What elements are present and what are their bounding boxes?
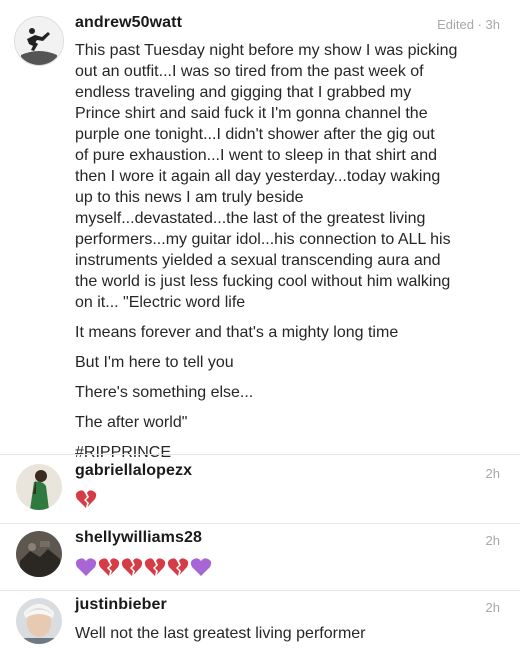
caption-line: performers...my guitar idol...his connec… xyxy=(75,231,451,248)
caption-line: then I wore it again all day yesterday..… xyxy=(75,168,441,185)
caption-line: on it... "Electric word life xyxy=(75,294,246,311)
caption-line: of pure exhaustion...I went to sleep in … xyxy=(75,147,437,164)
avatar-photo-icon xyxy=(16,598,62,644)
broken-heart-icon xyxy=(167,557,189,577)
meta-dot: · xyxy=(477,17,482,32)
caption-text: This past Tuesday night before my show I… xyxy=(75,40,507,472)
comment-time: 2h xyxy=(485,533,500,548)
comment-item: shellywilliams28 2h xyxy=(0,523,520,590)
caption-line: purple one tonight...I didn't shower aft… xyxy=(75,126,435,143)
comment-time: 2h xyxy=(485,466,500,481)
purple-heart-icon xyxy=(75,557,97,577)
silhouette-jump-icon xyxy=(15,17,63,65)
comment-username[interactable]: shellywilliams28 xyxy=(75,529,202,547)
broken-heart-icon xyxy=(144,557,166,577)
comment-username[interactable]: gabriellalopezx xyxy=(75,462,192,480)
comment-username[interactable]: justinbieber xyxy=(75,596,167,614)
avatar[interactable] xyxy=(14,16,64,66)
caption-verse: It means forever and that's a mighty lon… xyxy=(75,324,399,341)
caption-line: instruments yielded a sexual transcendin… xyxy=(75,252,441,269)
comment-item: justinbieber 2h Well not the last greate… xyxy=(0,590,520,662)
comment-time: 2h xyxy=(485,600,500,615)
avatar-photo-icon xyxy=(16,531,62,577)
broken-heart-icon xyxy=(98,557,120,577)
comment-text: Well not the last greatest living perfor… xyxy=(75,625,366,642)
caption-line: This past Tuesday night before my show I… xyxy=(75,42,458,59)
avatar[interactable] xyxy=(16,531,62,577)
caption-verse: The after world" xyxy=(75,414,188,431)
caption-line: Prince shirt and said fuck it I'm gonna … xyxy=(75,105,428,122)
post-meta: Edited · 3h xyxy=(437,17,500,32)
caption-line: out an outfit...I was so tired from the … xyxy=(75,63,424,80)
caption-line: endless traveling and gigging that I gra… xyxy=(75,84,412,101)
comment-emoji-row xyxy=(75,557,212,577)
comments-screen: andrew50watt Edited · 3h This past Tuesd… xyxy=(0,0,520,662)
avatar[interactable] xyxy=(16,598,62,644)
caption-line: up to this news I am truly beside xyxy=(75,189,304,206)
caption-verse: There's something else... xyxy=(75,384,254,401)
edited-label: Edited xyxy=(437,17,474,32)
caption-line: myself...devastated...the last of the gr… xyxy=(75,210,426,227)
comment-item: gabriellalopezx 2h xyxy=(0,454,520,523)
avatar[interactable] xyxy=(16,464,62,510)
comment-emoji-row xyxy=(75,489,97,509)
avatar-photo-icon xyxy=(16,464,62,510)
post-username[interactable]: andrew50watt xyxy=(75,14,182,32)
caption-verse: But I'm here to tell you xyxy=(75,354,234,371)
purple-heart-icon xyxy=(190,557,212,577)
broken-heart-icon xyxy=(75,489,97,509)
caption-paragraph: This past Tuesday night before my show I… xyxy=(75,40,507,313)
caption-line: the world is just less fucking cool with… xyxy=(75,273,451,290)
broken-heart-icon xyxy=(121,557,143,577)
post-time: 3h xyxy=(485,17,500,32)
